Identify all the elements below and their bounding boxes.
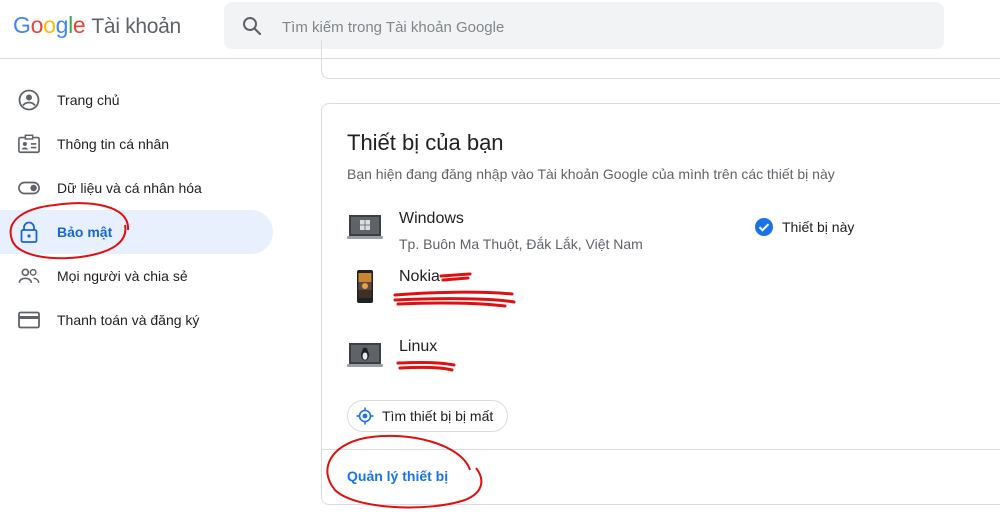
lock-icon <box>18 221 40 243</box>
this-device-badge: Thiết bị này <box>754 217 854 237</box>
laptop-windows-icon <box>347 215 383 239</box>
product-name: Tài khoản <box>91 15 181 38</box>
device-name: Linux <box>399 338 438 355</box>
device-location: Tp. Buôn Ma Thuột, Đắk Lắk, Việt Nam <box>399 236 643 252</box>
logo-letter: o <box>43 12 56 38</box>
side-nav: Trang chủ Thông tin cá nhân Dữ liệu và c… <box>0 78 290 342</box>
logo-letter: G <box>13 12 31 38</box>
account-circle-icon <box>18 89 40 111</box>
find-lost-device-label: Tìm thiết bị bị mất <box>382 408 494 424</box>
nav-item-security[interactable]: Bảo mật <box>0 210 273 254</box>
logo-letter: e <box>72 12 86 38</box>
card-divider <box>322 449 1000 450</box>
device-row-nokia[interactable]: Nokia <box>347 268 947 318</box>
nav-label: Dữ liệu và cá nhân hóa <box>57 180 202 196</box>
laptop-linux-icon <box>347 343 383 367</box>
nav-label: Trang chủ <box>57 92 120 108</box>
people-icon <box>18 265 40 287</box>
nav-item-data-personalization[interactable]: Dữ liệu và cá nhân hóa <box>0 166 273 210</box>
nav-item-personal-info[interactable]: Thông tin cá nhân <box>0 122 273 166</box>
search-icon[interactable] <box>240 14 264 38</box>
card-title: Thiết bị của bạn <box>347 130 504 155</box>
device-row-windows[interactable]: Windows Tp. Buôn Ma Thuột, Đắk Lắk, Việt… <box>347 210 947 260</box>
previous-card-bottom <box>321 40 1000 79</box>
google-account-logo[interactable]: Google Tài khoản <box>13 12 181 39</box>
nav-label: Bảo mật <box>57 224 113 240</box>
find-lost-device-button[interactable]: Tìm thiết bị bị mất <box>347 400 509 432</box>
logo-letter: o <box>30 12 44 38</box>
credit-card-icon <box>18 309 40 331</box>
nav-item-people-sharing[interactable]: Mọi người và chia sẻ <box>0 254 273 298</box>
devices-card: Thiết bị của bạn Bạn hiện đang đăng nhập… <box>321 103 1000 505</box>
card-subtitle: Bạn hiện đang đăng nhập vào Tài khoản Go… <box>347 166 835 182</box>
nav-label: Thông tin cá nhân <box>57 136 170 152</box>
this-device-label: Thiết bị này <box>782 219 855 235</box>
device-name: Nokia <box>399 268 440 285</box>
check-circle-icon <box>755 218 773 236</box>
nav-item-home[interactable]: Trang chủ <box>0 78 273 122</box>
locate-icon <box>356 407 374 425</box>
device-row-linux[interactable]: Linux <box>347 338 947 388</box>
nav-label: Thanh toán và đăng ký <box>57 312 200 328</box>
id-card-icon <box>18 133 40 155</box>
device-name: Windows <box>399 210 464 227</box>
phone-icon <box>357 270 373 303</box>
nav-label: Mọi người và chia sẻ <box>57 268 188 284</box>
logo-letter: g <box>55 12 69 38</box>
toggle-icon <box>18 177 40 199</box>
nav-item-payments[interactable]: Thanh toán và đăng ký <box>0 298 273 342</box>
search-input[interactable] <box>280 14 884 40</box>
manage-devices-link[interactable]: Quản lý thiết bị <box>347 468 448 484</box>
